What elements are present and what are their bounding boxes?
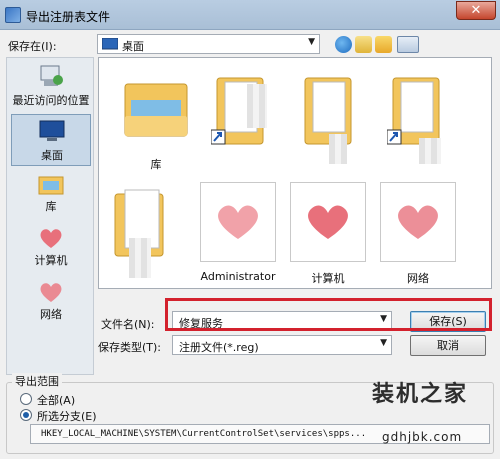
desktop-small-icon bbox=[102, 38, 118, 50]
chevron-down-icon[interactable]: ▼ bbox=[380, 338, 387, 348]
heart-icon bbox=[218, 205, 258, 239]
radio-all-label: 全部(A) bbox=[37, 394, 76, 407]
save-in-label: 保存在(I): bbox=[8, 40, 57, 53]
place-libraries-label: 库 bbox=[45, 200, 57, 213]
filetype-label: 保存类型(T): bbox=[98, 341, 162, 354]
list-item[interactable] bbox=[379, 64, 465, 172]
heart-thumbnail bbox=[200, 182, 276, 262]
library-folder-icon bbox=[124, 83, 188, 137]
list-item[interactable] bbox=[203, 64, 289, 172]
places-bar: 最近访问的位置 桌面 库 计算机 网络 bbox=[6, 57, 94, 375]
blurred-region bbox=[129, 238, 151, 278]
save-in-value: 桌面 bbox=[122, 40, 144, 53]
place-desktop-label: 桌面 bbox=[41, 149, 63, 162]
recent-places-icon bbox=[40, 65, 63, 86]
list-item[interactable] bbox=[289, 64, 375, 172]
view-menu-icon[interactable] bbox=[397, 36, 419, 53]
chevron-down-icon[interactable]: ▼ bbox=[308, 37, 315, 47]
place-network-label: 网络 bbox=[40, 308, 62, 321]
list-item[interactable] bbox=[103, 176, 189, 284]
file-list[interactable]: 库 Administrator 计算机 网络 bbox=[98, 57, 492, 289]
blurred-region bbox=[419, 138, 441, 164]
close-button[interactable]: ✕ bbox=[456, 1, 496, 20]
folder-shortcut-icon bbox=[387, 77, 440, 145]
list-item[interactable]: 计算机 bbox=[285, 182, 371, 290]
item-name: 库 bbox=[150, 158, 162, 171]
filename-label: 文件名(N): bbox=[101, 318, 155, 331]
window-title: 导出注册表文件 bbox=[26, 10, 111, 24]
item-name: Administrator bbox=[200, 270, 276, 283]
new-folder-icon[interactable] bbox=[375, 36, 392, 53]
heart-icon bbox=[308, 205, 348, 239]
blurred-region bbox=[329, 134, 347, 164]
place-computer-label: 计算机 bbox=[34, 254, 68, 267]
filetype-select[interactable]: 注册文件(*.reg) ▼ bbox=[172, 335, 392, 355]
list-item[interactable]: 库 bbox=[113, 64, 199, 172]
place-network[interactable]: 网络 bbox=[11, 276, 91, 328]
filetype-value: 注册文件(*.reg) bbox=[179, 341, 259, 354]
heart-icon bbox=[40, 283, 62, 302]
place-recent[interactable]: 最近访问的位置 bbox=[11, 60, 91, 112]
registry-app-icon bbox=[5, 7, 21, 23]
place-computer[interactable]: 计算机 bbox=[11, 222, 91, 274]
item-name: 计算机 bbox=[311, 272, 345, 285]
radio-all[interactable] bbox=[20, 393, 32, 405]
export-range-title: 导出范围 bbox=[12, 373, 62, 389]
blurred-region bbox=[247, 84, 267, 128]
folder-shortcut-icon bbox=[211, 77, 264, 145]
watermark-url: gdhjbk.com bbox=[382, 430, 463, 444]
radio-branch-label: 所选分支(E) bbox=[37, 410, 97, 423]
desktop-icon bbox=[39, 120, 65, 141]
list-item[interactable]: Administrator bbox=[195, 182, 281, 290]
item-name: 网络 bbox=[407, 272, 429, 285]
up-folder-icon[interactable] bbox=[355, 36, 372, 53]
heart-thumbnail bbox=[380, 182, 456, 262]
heart-icon bbox=[398, 205, 438, 239]
place-libraries[interactable]: 库 bbox=[11, 168, 91, 220]
cancel-button[interactable]: 取消 bbox=[410, 335, 486, 356]
list-item[interactable]: 网络 bbox=[375, 182, 461, 290]
back-icon[interactable] bbox=[335, 36, 352, 53]
heart-icon bbox=[40, 229, 62, 248]
libraries-icon bbox=[38, 176, 64, 195]
highlight-box bbox=[165, 298, 492, 331]
dialog-client: 保存在(I): 桌面 ▼ 最近访问的位置 桌面 库 计算机 网络 库 Admin… bbox=[0, 30, 500, 459]
place-recent-label: 最近访问的位置 bbox=[12, 94, 90, 107]
place-desktop[interactable]: 桌面 bbox=[11, 114, 91, 166]
heart-thumbnail bbox=[290, 182, 366, 262]
save-in-combo[interactable]: 桌面 ▼ bbox=[97, 34, 320, 54]
watermark-logo-text: 装机之家 bbox=[372, 381, 469, 407]
radio-branch[interactable] bbox=[20, 409, 32, 421]
title-bar: 导出注册表文件 ✕ bbox=[0, 0, 500, 30]
